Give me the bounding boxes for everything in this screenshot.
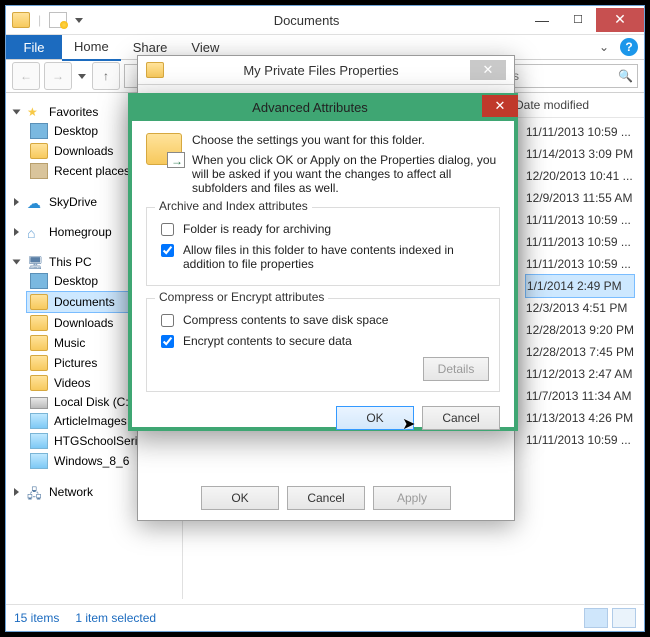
archive-index-legend: Archive and Index attributes [155, 199, 312, 213]
properties-ok-button[interactable]: OK [201, 486, 279, 510]
properties-apply-button[interactable]: Apply [373, 486, 451, 510]
status-bar: 15 items 1 item selected [6, 604, 644, 631]
cb-compress-input[interactable] [161, 314, 174, 327]
share-icon [30, 453, 48, 469]
folder-icon [146, 62, 164, 78]
advanced-intro2: When you click OK or Apply on the Proper… [192, 153, 500, 195]
advanced-title: Advanced Attributes [138, 100, 482, 115]
cloud-icon: ☁ [27, 195, 43, 209]
cb-compress[interactable]: Compress contents to save disk space [157, 313, 489, 330]
compress-encrypt-group: Compress or Encrypt attributes Compress … [146, 298, 500, 392]
properties-cancel-button[interactable]: Cancel [287, 486, 365, 510]
date-cell: 11/13/2013 4:26 PM [526, 407, 634, 429]
tab-file[interactable]: File [6, 35, 62, 59]
back-button[interactable]: ← [12, 62, 40, 90]
view-icons-button[interactable] [612, 608, 636, 628]
date-cell: 12/20/2013 10:41 ... [526, 165, 634, 187]
date-cell: 12/28/2013 7:45 PM [526, 341, 634, 363]
recent-icon [30, 163, 48, 179]
minimize-button[interactable]: — [524, 8, 560, 32]
share-icon [30, 413, 48, 429]
advanced-attributes-dialog: Advanced Attributes ✕ Choose the setting… [128, 93, 518, 431]
new-folder-icon[interactable] [49, 12, 67, 28]
status-selected: 1 item selected [75, 611, 156, 625]
status-count: 15 items [14, 611, 59, 625]
properties-close-button[interactable]: ✕ [470, 60, 506, 80]
maximize-button[interactable]: ☐ [560, 8, 596, 32]
properties-title: My Private Files Properties [172, 63, 470, 78]
qat-divider: | [38, 13, 41, 27]
chevron-right-icon [14, 228, 19, 236]
folder-icon [30, 294, 48, 310]
column-date[interactable]: Date modified [509, 98, 644, 112]
date-cell: 1/1/2014 2:49 PM [525, 274, 635, 298]
folder-icon [30, 335, 48, 351]
date-cell: 11/11/2013 10:59 ... [526, 121, 634, 143]
chevron-down-icon [13, 260, 21, 265]
network-icon: 🖧 [27, 485, 43, 499]
cb-archive[interactable]: Folder is ready for archiving [157, 222, 489, 239]
folder-icon [30, 315, 48, 331]
ribbon-expand-icon[interactable]: ⌄ [594, 40, 614, 54]
qat-dropdown-icon[interactable] [75, 18, 83, 23]
titlebar: | Documents — ☐ ✕ [6, 6, 644, 35]
advanced-intro1: Choose the settings you want for this fo… [192, 133, 500, 147]
search-icon: 🔍 [618, 69, 633, 83]
forward-button[interactable]: → [44, 62, 72, 90]
chevron-right-icon [14, 198, 19, 206]
up-button[interactable]: ↑ [92, 62, 120, 90]
folder-icon [30, 355, 48, 371]
cb-index-input[interactable] [161, 244, 174, 257]
search-box[interactable]: nts 🔍 [498, 64, 638, 88]
folder-icon [12, 12, 30, 28]
date-cell: 11/11/2013 10:59 ... [526, 429, 634, 451]
close-button[interactable]: ✕ [596, 8, 644, 32]
date-cell: 12/28/2013 9:20 PM [526, 319, 634, 341]
folder-settings-icon [146, 133, 182, 165]
window-title: Documents [89, 13, 524, 28]
advanced-close-button[interactable]: ✕ [482, 95, 518, 117]
folder-icon [30, 375, 48, 391]
history-dropdown-icon[interactable] [78, 74, 86, 79]
cb-archive-input[interactable] [161, 223, 174, 236]
view-details-button[interactable] [584, 608, 608, 628]
homegroup-icon: ⌂ [27, 225, 43, 239]
share-icon [30, 433, 48, 449]
date-cell: 11/12/2013 2:47 AM [526, 363, 634, 385]
cb-encrypt-input[interactable] [161, 335, 174, 348]
details-button[interactable]: Details [423, 357, 489, 381]
compress-encrypt-legend: Compress or Encrypt attributes [155, 290, 328, 304]
desktop-icon [30, 123, 48, 139]
explorer-window: | Documents — ☐ ✕ File Home Share View ⌄… [5, 5, 645, 632]
archive-index-group: Archive and Index attributes Folder is r… [146, 207, 500, 286]
date-cell: 12/9/2013 11:55 AM [526, 187, 634, 209]
date-cell: 11/11/2013 10:59 ... [526, 231, 634, 253]
disk-icon [30, 397, 48, 409]
help-icon[interactable]: ? [620, 38, 638, 56]
chevron-right-icon [14, 488, 19, 496]
date-column-values: 11/11/2013 10:59 ...11/14/2013 3:09 PM12… [526, 121, 634, 451]
chevron-down-icon [13, 110, 21, 115]
date-cell: 12/3/2013 4:51 PM [526, 297, 634, 319]
date-cell: 11/14/2013 3:09 PM [526, 143, 634, 165]
advanced-cancel-button[interactable]: Cancel [422, 406, 500, 430]
pc-icon: 🖥 [27, 255, 43, 269]
cb-encrypt[interactable]: Encrypt contents to secure data [157, 334, 489, 351]
date-cell: 11/11/2013 10:59 ... [526, 253, 634, 275]
date-cell: 11/11/2013 10:59 ... [526, 209, 634, 231]
cb-index[interactable]: Allow files in this folder to have conte… [157, 243, 489, 271]
star-icon: ★ [27, 105, 43, 119]
tab-home[interactable]: Home [62, 35, 121, 61]
desktop-icon [30, 273, 48, 289]
folder-icon [30, 143, 48, 159]
advanced-ok-button[interactable]: OK [336, 406, 414, 430]
date-cell: 11/7/2013 11:34 AM [526, 385, 634, 407]
